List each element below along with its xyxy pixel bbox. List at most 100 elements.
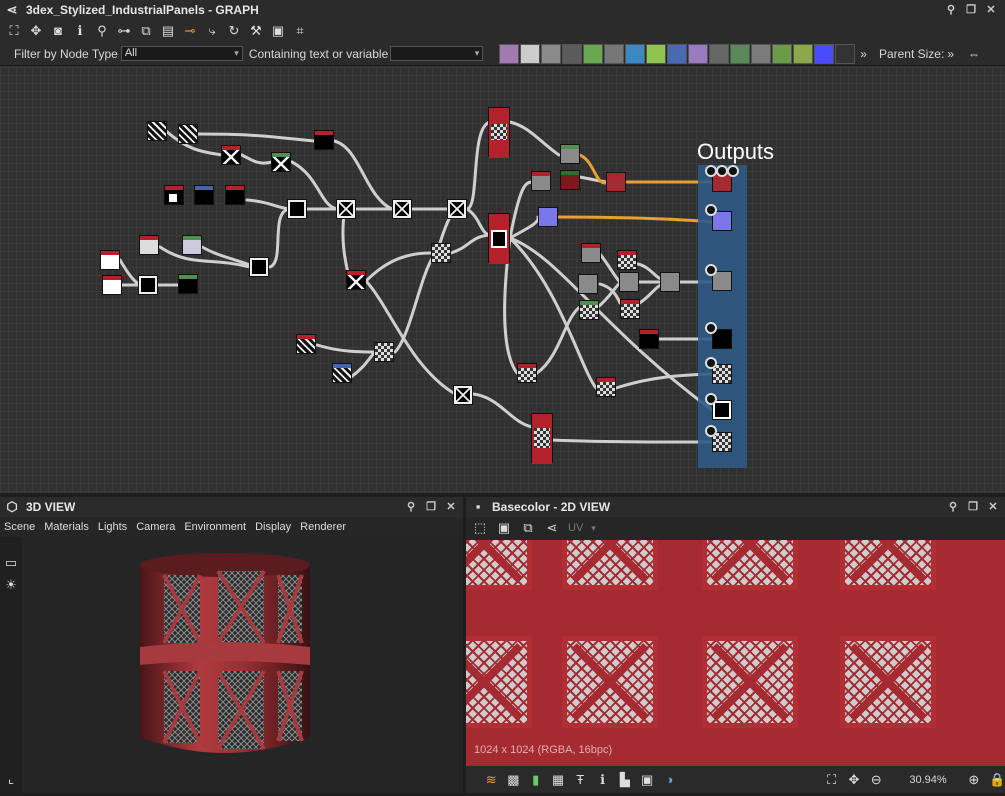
pin-icon[interactable]: ⚲ (405, 501, 417, 513)
maximize-icon[interactable]: ❐ (425, 501, 437, 513)
filter-grayscale-icon[interactable] (772, 43, 793, 64)
maximize-icon[interactable]: ❐ (967, 501, 979, 513)
output-pin-icon[interactable] (705, 393, 717, 405)
filter-circle-icon[interactable] (688, 43, 709, 64)
more-icon[interactable]: » (860, 47, 867, 61)
light-icon[interactable]: ☀ (3, 577, 19, 593)
graph-node[interactable] (164, 185, 184, 205)
output-pin-icon[interactable] (705, 264, 717, 276)
zoom-out-icon[interactable]: ⊖ (869, 772, 883, 788)
filter-normal-icon[interactable] (814, 43, 835, 64)
graph-node[interactable] (579, 300, 599, 320)
filter-blend-icon[interactable] (751, 43, 772, 64)
graph-options-icon[interactable]: ⇔ (968, 47, 980, 61)
save-icon[interactable]: ▣ (496, 520, 512, 536)
filter-gradient-icon[interactable] (646, 43, 667, 64)
graph-node[interactable] (225, 185, 245, 205)
maximize-icon[interactable]: ❐ (965, 4, 977, 16)
filter-warp-icon[interactable] (667, 43, 688, 64)
export-icon[interactable]: ⬚ (472, 520, 488, 536)
zoom-in-icon[interactable]: ⊕ (967, 772, 981, 788)
menu-materials[interactable]: Materials (44, 521, 89, 533)
parent-size-more-icon[interactable]: » (947, 47, 954, 61)
link-icon[interactable]: ⊸ (182, 23, 198, 39)
refresh-icon[interactable]: ↻ (226, 23, 242, 39)
graph-node[interactable] (194, 185, 214, 205)
color-icon[interactable]: ▮ (529, 772, 543, 788)
camera-icon[interactable]: ◙ (50, 23, 66, 39)
menu-lights[interactable]: Lights (98, 521, 127, 533)
lock-icon[interactable]: 🔒 (989, 772, 1005, 788)
filter-transform-icon[interactable] (625, 43, 646, 64)
node-type-select[interactable]: All (120, 46, 243, 61)
close-icon[interactable]: ✕ (987, 501, 999, 513)
graph-node[interactable] (431, 243, 451, 263)
view2d-viewport[interactable]: 1024 x 1024 (RGBA, 16bpc) (466, 540, 1005, 766)
chevron-down-icon[interactable]: ▾ (591, 523, 596, 534)
distribute-icon[interactable]: ⧉ (138, 23, 154, 39)
graph-node[interactable] (147, 121, 167, 141)
graph-node[interactable] (560, 170, 580, 190)
layers-icon[interactable]: ≋ (484, 772, 498, 788)
output-pin-icon[interactable] (705, 425, 717, 437)
info-icon[interactable]: ℹ (595, 772, 609, 788)
copy-icon[interactable]: ⧉ (520, 520, 536, 536)
filter-fx-icon[interactable] (604, 43, 625, 64)
uv-dropdown[interactable]: UV (568, 522, 583, 534)
search-icon[interactable]: ⚲ (94, 23, 110, 39)
menu-display[interactable]: Display (255, 521, 291, 533)
graph-node[interactable] (249, 257, 269, 277)
output-pin-icon[interactable] (705, 357, 717, 369)
graph-node[interactable] (617, 250, 637, 270)
graph-node[interactable] (392, 199, 412, 219)
graph-canvas[interactable]: Outputs (0, 67, 1005, 493)
graph-node[interactable] (453, 385, 473, 405)
filter-output-icon[interactable] (709, 43, 730, 64)
graph-node[interactable] (178, 274, 198, 294)
filter-histogram-icon[interactable] (793, 43, 814, 64)
graph-node[interactable] (178, 124, 198, 144)
tools-icon[interactable]: ⚒ (248, 23, 264, 39)
pin-icon[interactable]: ⚲ (945, 4, 957, 16)
graph-node[interactable] (102, 275, 122, 295)
info-icon[interactable]: ℹ (72, 23, 88, 39)
frame-icon[interactable]: ▣ (270, 23, 286, 39)
graph-node[interactable] (139, 235, 159, 255)
graph-node[interactable] (271, 152, 291, 172)
graph-node[interactable] (620, 299, 640, 319)
containing-text-input[interactable] (390, 46, 484, 61)
graph-node[interactable] (596, 377, 616, 397)
view3d-viewport[interactable] (22, 537, 463, 793)
connect-icon[interactable]: ⤷ (204, 23, 220, 39)
filter-shuffle-icon[interactable] (562, 43, 583, 64)
graph-node[interactable] (138, 275, 158, 295)
camera-icon[interactable]: ▭ (3, 555, 19, 571)
frame-selection-icon[interactable]: ⛶ (6, 23, 22, 39)
menu-environment[interactable]: Environment (184, 521, 246, 533)
graph-node[interactable] (221, 145, 241, 165)
checker-icon[interactable]: ▩ (506, 772, 520, 788)
graph-node[interactable] (619, 272, 639, 292)
graph-node[interactable] (332, 363, 352, 383)
text-icon[interactable]: Ŧ (573, 772, 587, 788)
pin-icon[interactable]: ⚲ (947, 501, 959, 513)
graph-node[interactable] (296, 334, 316, 354)
close-icon[interactable]: ✕ (985, 4, 997, 16)
filter-curve-icon[interactable] (583, 43, 604, 64)
graph-node[interactable] (639, 329, 659, 349)
filter-bitmap-icon[interactable] (499, 43, 520, 64)
graph-node[interactable] (346, 270, 366, 290)
menu-camera[interactable]: Camera (136, 521, 175, 533)
axis-icon[interactable]: ⌞ (3, 771, 19, 787)
image-icon[interactable]: ▣ (640, 772, 654, 788)
graph-node[interactable] (336, 199, 356, 219)
histogram-icon[interactable]: ▙ (618, 772, 632, 788)
fit-icon[interactable]: ⛶ (825, 772, 839, 788)
graph-node[interactable] (314, 130, 334, 150)
graph-node[interactable] (660, 272, 680, 292)
share-icon[interactable]: ⋖ (544, 520, 560, 536)
output-pin-icon[interactable] (727, 165, 739, 177)
graph-node[interactable] (606, 172, 626, 192)
graph-node[interactable] (560, 144, 580, 164)
filter-noise-icon[interactable] (835, 43, 856, 64)
